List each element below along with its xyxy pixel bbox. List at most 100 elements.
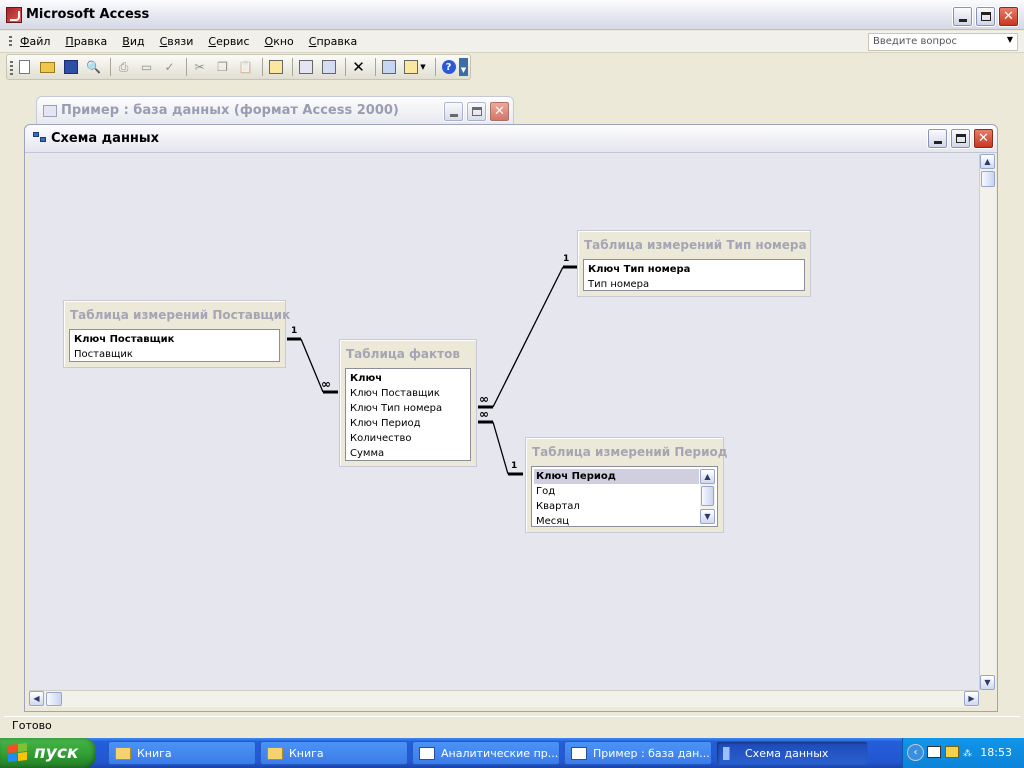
preview-button[interactable]: ▭: [137, 58, 156, 76]
print-button[interactable]: ⎙: [114, 58, 133, 76]
menu-view[interactable]: Вид: [122, 35, 144, 48]
field-list-title[interactable]: Таблица фактов: [340, 340, 476, 368]
field-list-facts[interactable]: Таблица фактов Ключ Ключ Поставщик Ключ …: [339, 339, 477, 467]
search-icon: 🔍: [86, 60, 101, 74]
copy-button[interactable]: ❐: [213, 58, 232, 76]
scroll-down-icon[interactable]: ▼: [700, 509, 715, 524]
schema-minimize-button[interactable]: [927, 128, 948, 149]
vertical-scrollbar[interactable]: ▲ ▼: [979, 154, 996, 690]
taskbar-button-word-doc[interactable]: Аналитические пр...: [412, 741, 560, 765]
status-bar: Готово: [4, 716, 1020, 734]
start-button[interactable]: пуск: [0, 738, 96, 768]
help-button[interactable]: ?: [439, 58, 458, 76]
database-window-button[interactable]: [379, 58, 398, 76]
field-item[interactable]: Месяц: [534, 514, 715, 529]
db-minimize-button[interactable]: [443, 101, 464, 122]
schema-maximize-button[interactable]: [950, 128, 971, 149]
taskbar-label: Пример : база дан...: [593, 746, 710, 760]
taskbar-button-book-2[interactable]: Книга: [260, 741, 408, 765]
field-item[interactable]: Количество: [348, 431, 468, 446]
new-icon: [19, 60, 30, 74]
mail-icon[interactable]: [945, 746, 959, 758]
scroll-down-icon[interactable]: ▼: [980, 675, 995, 690]
language-icon[interactable]: ⁂: [963, 746, 977, 759]
save-button[interactable]: [61, 58, 80, 76]
paste-button[interactable]: 📋: [236, 58, 255, 76]
scroll-up-icon[interactable]: ▲: [700, 469, 715, 484]
menu-grip-handle[interactable]: [9, 36, 12, 48]
cut-button[interactable]: ✂: [190, 58, 209, 76]
clock: 18:53: [980, 746, 1012, 759]
field-item[interactable]: Тип номера: [586, 277, 802, 292]
taskbar-button-book-1[interactable]: Книга: [108, 741, 256, 765]
toolbar-separator: [110, 58, 111, 76]
ask-question-box[interactable]: Введите вопрос ▼: [868, 33, 1018, 51]
horizontal-scroll-thumb[interactable]: [46, 692, 62, 706]
field-item[interactable]: Квартал: [534, 499, 715, 514]
taskbar-button-database[interactable]: Пример : база дан...: [564, 741, 712, 765]
scroll-left-icon[interactable]: ◀: [29, 691, 44, 706]
app-minimize-button[interactable]: [952, 6, 973, 27]
field-item[interactable]: Ключ Поставщик: [72, 332, 277, 347]
dropdown-arrow-icon[interactable]: ▼: [1007, 35, 1013, 44]
toolbar-grip-handle[interactable]: [10, 61, 13, 75]
add-table-button[interactable]: [266, 58, 285, 76]
taskbar-label: Аналитические пр...: [441, 746, 559, 760]
field-list-title[interactable]: Таблица измерений Период: [526, 438, 728, 466]
new-object-button[interactable]: ▼: [402, 58, 428, 76]
field-list-title[interactable]: Таблица измерений Поставщик: [64, 301, 290, 329]
show-hidden-icons-icon[interactable]: ‹: [907, 744, 924, 761]
field-item[interactable]: Ключ Период: [534, 469, 699, 484]
toolbar-separator: [186, 58, 187, 76]
db-maximize-button[interactable]: [466, 101, 487, 122]
field-list-scrollbar[interactable]: ▲ ▼: [700, 469, 715, 524]
field-list-period[interactable]: Таблица измерений Период Ключ Период Год…: [525, 437, 728, 533]
paste-icon: 📋: [238, 60, 253, 74]
show-direct-button[interactable]: [296, 58, 315, 76]
menu-window[interactable]: Окно: [265, 35, 294, 48]
field-list-room-type[interactable]: Таблица измерений Тип номера Ключ Тип но…: [577, 230, 811, 297]
field-list-supplier[interactable]: Таблица измерений Поставщик Ключ Поставщ…: [63, 300, 290, 368]
field-item[interactable]: Ключ: [348, 371, 468, 386]
database-window[interactable]: Пример : база данных (формат Access 2000…: [36, 96, 514, 126]
scroll-up-icon[interactable]: ▲: [980, 154, 995, 169]
delete-button[interactable]: ✕: [349, 58, 368, 76]
schema-close-button[interactable]: ✕: [973, 128, 994, 149]
folder-icon: [115, 746, 131, 760]
db-window-controls: ✕: [443, 101, 510, 122]
access-app-icon[interactable]: [6, 7, 22, 23]
menu-tools[interactable]: Сервис: [208, 35, 249, 48]
menu-help[interactable]: Справка: [309, 35, 357, 48]
app-close-button[interactable]: ✕: [998, 6, 1019, 27]
field-item[interactable]: Ключ Период: [348, 416, 468, 431]
relationships-canvas[interactable]: 1 ∞ ∞ 1 ∞ 1 Таблица измерений Поставщик …: [29, 154, 979, 690]
menu-relations[interactable]: Связи: [160, 35, 194, 48]
field-list-title[interactable]: Таблица измерений Тип номера: [578, 231, 810, 259]
scroll-thumb[interactable]: [701, 486, 714, 506]
scroll-right-icon[interactable]: ▶: [964, 691, 979, 706]
new-button[interactable]: [15, 58, 34, 76]
horizontal-scrollbar[interactable]: ◀ ▶: [29, 690, 979, 707]
tray-checkmark-icon[interactable]: [927, 746, 941, 758]
open-button[interactable]: [38, 58, 57, 76]
vertical-scroll-thumb[interactable]: [981, 171, 995, 187]
search-button[interactable]: 🔍: [84, 58, 103, 76]
taskbar-button-relationships[interactable]: Схема данных: [716, 741, 868, 765]
toolbar-options-icon[interactable]: ▼: [459, 58, 468, 76]
field-item[interactable]: Ключ Поставщик: [348, 386, 468, 401]
field-item[interactable]: Поставщик: [72, 347, 277, 362]
new-object-dropdown-icon[interactable]: ▼: [420, 63, 425, 71]
spell-button[interactable]: ✓: [160, 58, 179, 76]
menu-file[interactable]: Файл: [20, 35, 50, 48]
show-all-icon: [321, 60, 336, 74]
field-item[interactable]: Ключ Тип номера: [348, 401, 468, 416]
show-all-button[interactable]: [319, 58, 338, 76]
field-item[interactable]: Сумма: [348, 446, 468, 461]
db-close-button[interactable]: ✕: [489, 101, 510, 122]
field-item[interactable]: Год: [534, 484, 715, 499]
app-maximize-button[interactable]: [975, 6, 996, 27]
menu-edit[interactable]: Правка: [65, 35, 107, 48]
field-item[interactable]: Ключ Тип номера: [586, 262, 802, 277]
copy-icon: ❐: [217, 60, 228, 74]
relationships-icon: [723, 746, 739, 760]
